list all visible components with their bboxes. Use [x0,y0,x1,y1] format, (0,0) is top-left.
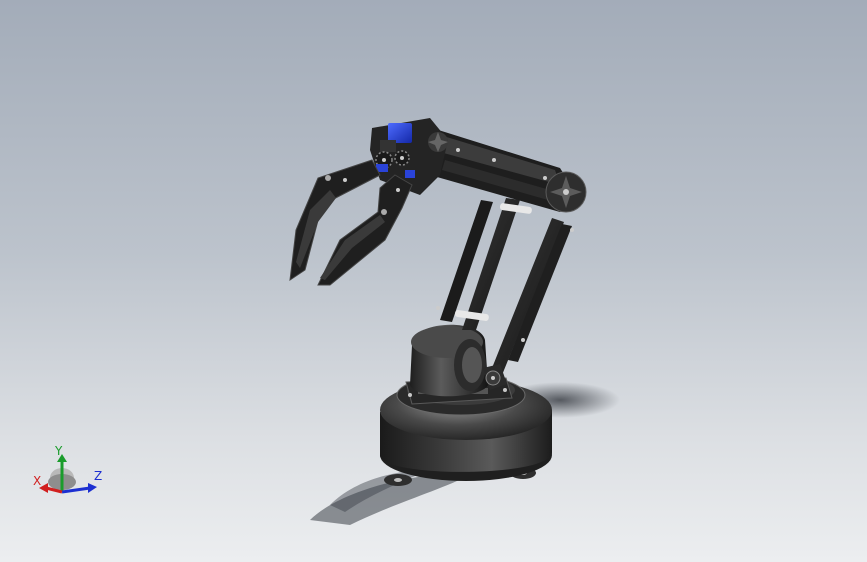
robot-arm-model[interactable] [0,0,867,562]
z-axis-label: Z [94,469,103,483]
y-axis-label: Y [55,444,63,458]
coordinate-triad[interactable]: X Y Z [28,440,108,510]
shoulder-servo [410,324,488,397]
gripper [289,159,413,286]
cad-viewport[interactable]: X Y Z [0,0,867,562]
x-axis-label: X [33,474,42,488]
